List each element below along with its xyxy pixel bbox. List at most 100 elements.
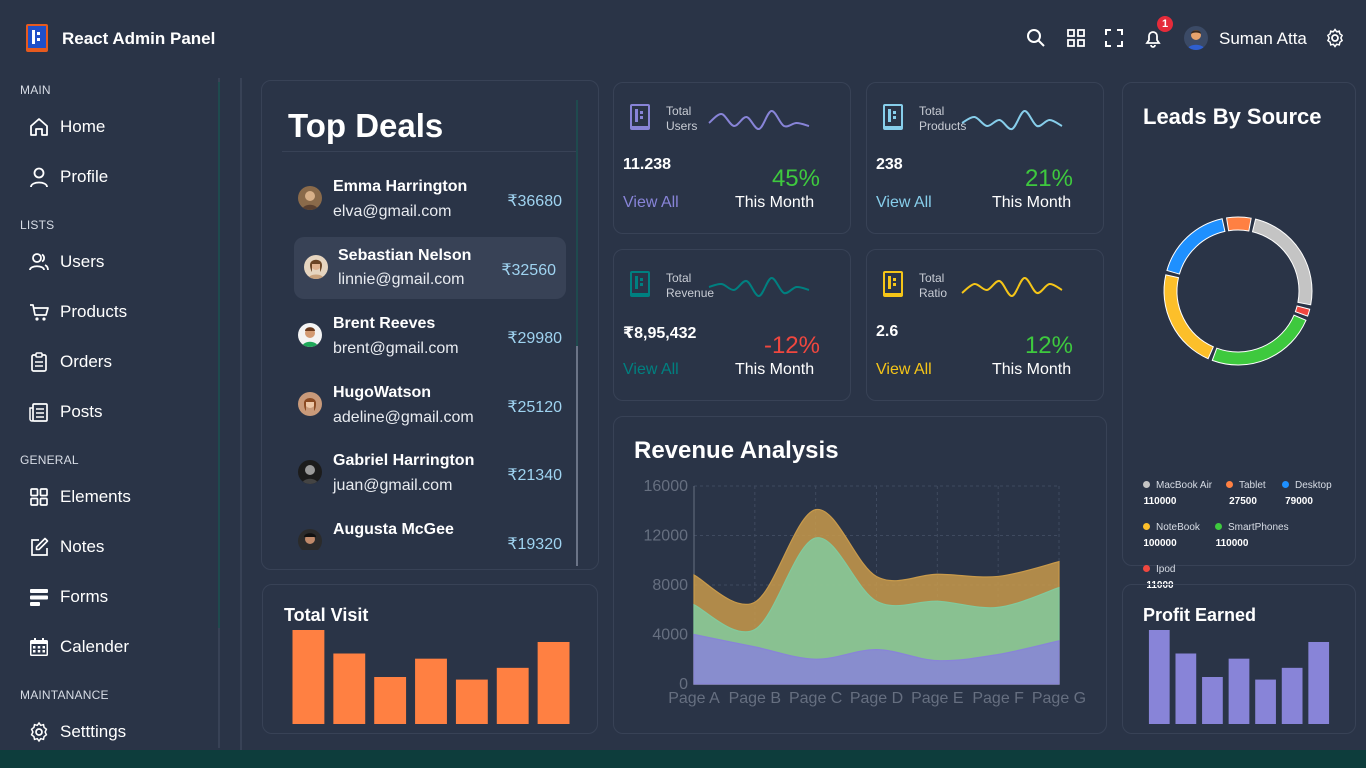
sidebar-item-calender[interactable]: Calender	[28, 634, 208, 660]
sidebar-item-label: Users	[60, 252, 105, 271]
x-tick-label: Page D	[850, 690, 903, 707]
sidebar-item-home[interactable]: Home	[28, 114, 208, 140]
revenue-area-chart: 1600012000800040000Page A Page B Page C Pag…	[644, 478, 1087, 707]
search-icon[interactable]	[1026, 28, 1046, 48]
divider	[240, 78, 242, 750]
top-bar: React Admin Panel 1 Suman Atta	[0, 0, 1366, 78]
sidebar-item-label: Setttings	[60, 722, 127, 741]
bar[interactable]	[333, 653, 366, 725]
deal-email: brent@gmail.com	[333, 340, 459, 357]
x-tick-label: Page F	[972, 690, 1024, 707]
stat-card-value: 11.238	[623, 156, 672, 173]
bar[interactable]	[292, 630, 325, 724]
fullscreen-icon[interactable]	[1104, 28, 1124, 48]
view-all-link[interactable]: View All	[876, 194, 932, 212]
deal-row[interactable]: Brent Reeves brent@gmail.com ₹29980	[294, 305, 566, 367]
bar[interactable]	[1308, 641, 1330, 724]
deal-email: juan@gmail.com	[333, 477, 453, 494]
stat-card-period: This Month	[992, 194, 1072, 211]
avatar	[304, 255, 328, 279]
bar[interactable]	[496, 667, 529, 724]
stat-card-value: 2.6	[876, 323, 899, 340]
donut-slice[interactable]	[1166, 218, 1226, 275]
settings-gear-icon[interactable]	[1325, 28, 1345, 48]
section-title-maintanance: MAINTANANCE	[20, 688, 109, 702]
deal-amount: ₹36680	[507, 193, 562, 210]
cart-icon	[30, 304, 49, 321]
sidebar-item-label: Forms	[60, 587, 109, 606]
sparkline	[708, 277, 810, 297]
deal-row[interactable]: Augusta McGee ₹19320	[294, 511, 566, 550]
deal-row[interactable]: Emma Harrington elva@gmail.com ₹36680	[294, 168, 566, 230]
sidebar-item-orders[interactable]: Orders	[28, 349, 208, 375]
bar[interactable]	[1148, 630, 1170, 724]
view-all-link[interactable]: View All	[876, 361, 932, 379]
scrollbar-thumb[interactable]	[576, 346, 578, 566]
sidebar-item-elements[interactable]: Elements	[28, 484, 208, 510]
donut-slice[interactable]	[1251, 218, 1313, 306]
view-all-link[interactable]: View All	[623, 194, 679, 212]
legend-label: Tablet	[1239, 480, 1266, 491]
profit-bar-chart	[1148, 630, 1330, 725]
stat-card-percent: -12%	[763, 332, 820, 359]
view-all-link[interactable]: View All	[623, 361, 679, 379]
user-avatar[interactable]	[1184, 26, 1208, 50]
sidebar-item-label: Calender	[60, 637, 129, 656]
x-tick-label: Page A	[668, 690, 720, 707]
deal-name: Sebastian Nelson	[338, 247, 472, 264]
sidebar-item-label: Products	[60, 302, 128, 321]
x-tick-label: Page B	[729, 690, 781, 707]
deal-row-active[interactable]: Sebastian Nelson linnie@gmail.com ₹32560	[294, 237, 566, 299]
legend-dot	[1143, 565, 1150, 572]
forms-icon	[30, 589, 48, 606]
legend-dot	[1143, 481, 1150, 488]
revenue-title: Revenue Analysis	[634, 437, 839, 464]
sidebar-item-products[interactable]: Products	[28, 299, 208, 325]
apps-grid-icon[interactable]	[1066, 28, 1086, 48]
sidebar-item-notes[interactable]: Notes	[28, 534, 208, 560]
donut-slice[interactable]	[1211, 314, 1307, 366]
stat-card-percent: 45%	[771, 165, 820, 192]
bar[interactable]	[1175, 653, 1197, 725]
bar[interactable]	[1281, 667, 1303, 724]
bar[interactable]	[1255, 679, 1276, 724]
brand-title: React Admin Panel	[62, 29, 216, 48]
profile-icon	[30, 167, 48, 188]
donut-slice[interactable]	[1226, 216, 1252, 232]
leads-title: Leads By Source	[1143, 104, 1322, 129]
sidebar-item-forms[interactable]: Forms	[28, 584, 208, 610]
stat-card-period: This Month	[735, 194, 815, 211]
sidebar-item-label: Home	[60, 117, 106, 136]
sidebar-item-posts[interactable]: Posts	[28, 399, 208, 425]
bar[interactable]	[537, 641, 570, 724]
bottom-scrollbar[interactable]	[0, 750, 1366, 768]
bar[interactable]	[455, 679, 488, 724]
y-tick-label: 8000	[652, 577, 688, 594]
sidebar-item-settings[interactable]: Setttings	[28, 719, 208, 745]
avatar	[298, 323, 322, 347]
legend-value: 27500	[1229, 496, 1257, 507]
stat-card-value: 238	[876, 156, 903, 173]
bar[interactable]	[1202, 677, 1223, 724]
bar[interactable]	[415, 658, 447, 724]
deal-row[interactable]: Gabriel Harrington juan@gmail.com ₹21340	[294, 442, 566, 504]
bar[interactable]	[374, 677, 407, 724]
legend-item: NoteBook	[1143, 522, 1200, 533]
legend-label: SmartPhones	[1228, 522, 1289, 533]
donut-slice[interactable]	[1163, 274, 1215, 360]
user-name[interactable]: Suman Atta	[1219, 29, 1307, 49]
avatar	[298, 392, 322, 416]
y-tick-label: 16000	[644, 478, 689, 495]
stat-card-percent: 12%	[1024, 332, 1073, 359]
bell-icon[interactable]	[1143, 28, 1163, 48]
sidebar-item-users[interactable]: Users	[28, 249, 208, 275]
sidebar-item-profile[interactable]: Profile	[28, 164, 208, 190]
bar[interactable]	[1228, 658, 1250, 724]
deal-row[interactable]: HugoWatson adeline@gmail.com ₹25120	[294, 374, 566, 436]
products-stat-icon	[883, 104, 903, 130]
donut-slice[interactable]	[1294, 305, 1311, 317]
avatar	[298, 186, 322, 210]
home-icon	[30, 118, 48, 136]
stat-card-period: This Month	[735, 361, 815, 378]
top-deals-title: Top Deals	[288, 107, 444, 144]
